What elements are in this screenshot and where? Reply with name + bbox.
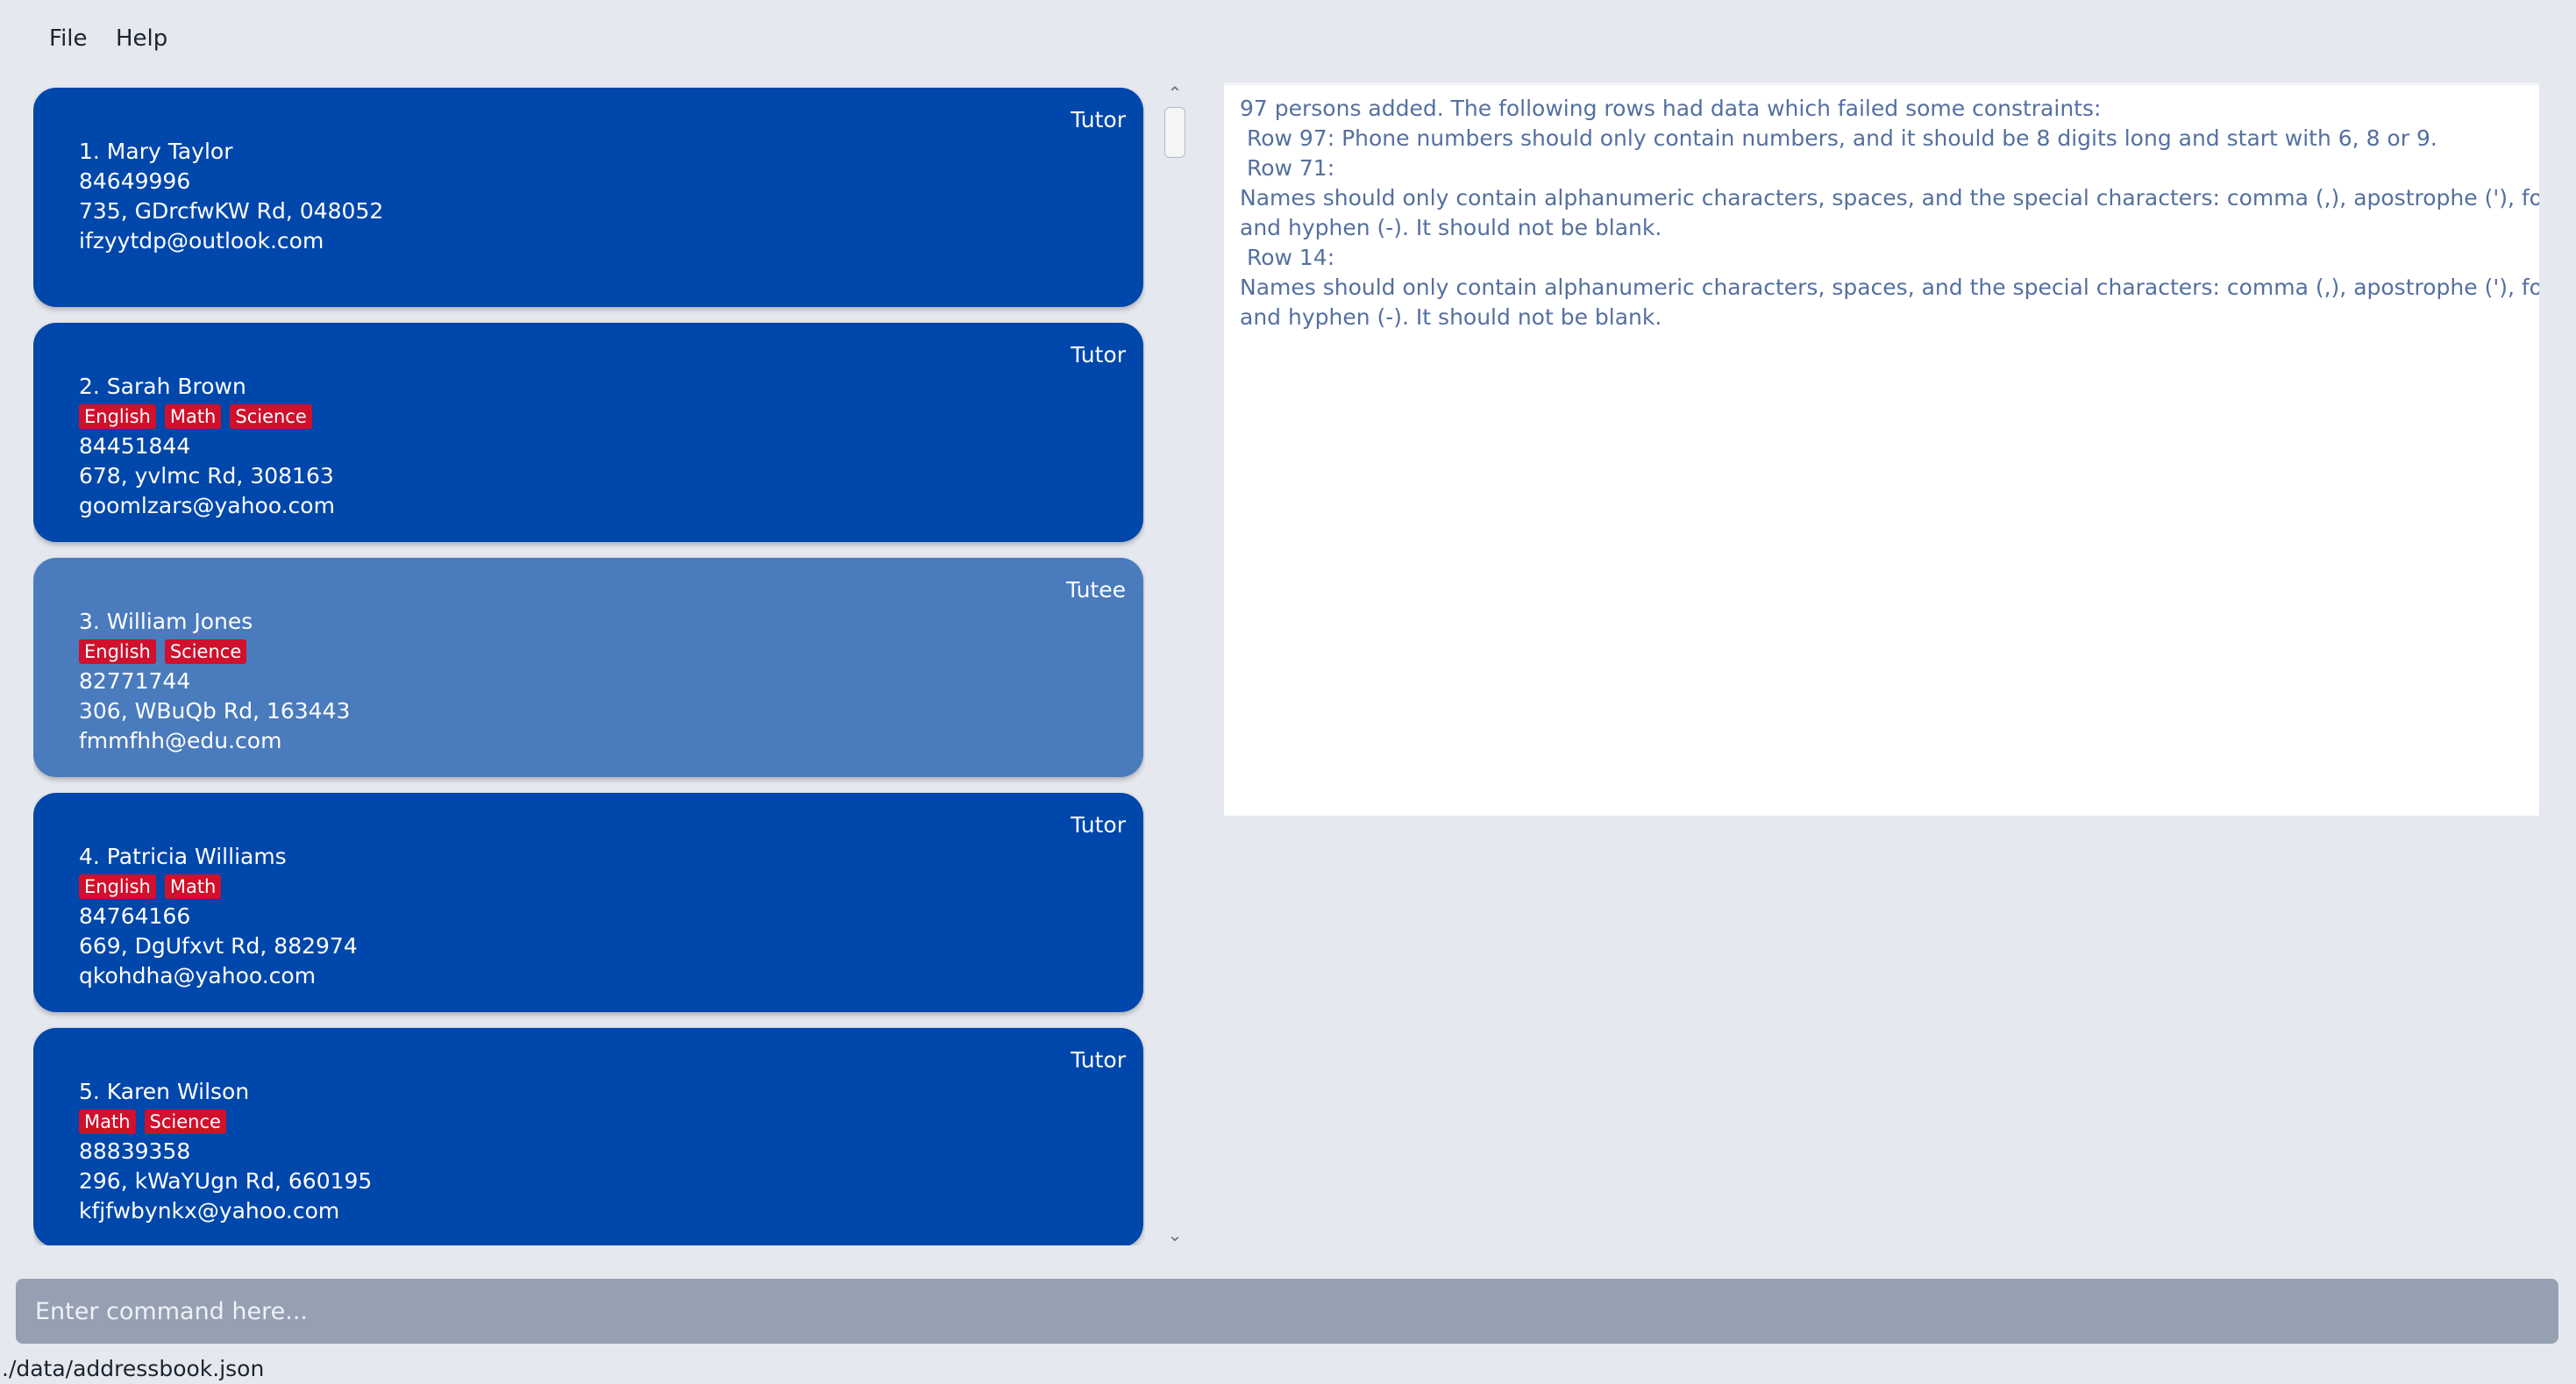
- scroll-up-arrow-icon[interactable]: ⌃: [1164, 84, 1185, 102]
- person-role: Tutor: [1071, 1047, 1126, 1073]
- person-tags: English Math: [79, 872, 358, 902]
- person-address: 678, yvlmc Rd, 308163: [79, 463, 334, 489]
- tag: Science: [230, 404, 312, 429]
- person-phone: 82771744: [79, 668, 191, 694]
- person-tags: English Math Science: [79, 402, 335, 432]
- result-line: and hyphen (-). It should not be blank.: [1240, 215, 1662, 240]
- person-card-1[interactable]: Tutor 1. Mary Taylor 84649996 735, GDrcf…: [33, 88, 1143, 307]
- person-address: 669, DgUfxvt Rd, 882974: [79, 933, 358, 959]
- result-line: Row 14:: [1240, 245, 1335, 270]
- person-address: 296, kWaYUgn Rd, 660195: [79, 1168, 373, 1194]
- menu-file[interactable]: File: [49, 21, 88, 56]
- command-input[interactable]: [16, 1279, 2558, 1344]
- menu-help[interactable]: Help: [116, 21, 167, 56]
- person-phone: 84451844: [79, 433, 191, 459]
- tag: Math: [164, 404, 222, 429]
- tag: Science: [164, 639, 247, 664]
- result-line: Names should only contain alphanumeric c…: [1240, 185, 2539, 210]
- person-name: 2. Sarah Brown: [79, 374, 246, 399]
- scroll-down-arrow-icon[interactable]: ⌄: [1164, 1226, 1185, 1244]
- person-card-3[interactable]: Tutee 3. William Jones English Science 8…: [33, 558, 1143, 777]
- menu-bar: File Help: [0, 0, 2576, 77]
- tag: English: [79, 404, 156, 429]
- result-line: 97 persons added. The following rows had…: [1240, 96, 2102, 121]
- person-card-4[interactable]: Tutor 4. Patricia Williams English Math …: [33, 793, 1143, 1012]
- person-name: 4. Patricia Williams: [79, 844, 287, 869]
- person-tags: Math Science: [79, 1107, 372, 1137]
- result-line: and hyphen (-). It should not be blank.: [1240, 304, 1662, 330]
- app-window: File Help Tutor 1. Mary Taylor 84649996 …: [0, 0, 2576, 1384]
- person-address: 306, WBuQb Rd, 163443: [79, 698, 351, 724]
- person-list-scrollbar[interactable]: ⌃ ⌄: [1159, 84, 1191, 1254]
- result-line: Names should only contain alphanumeric c…: [1240, 275, 2539, 300]
- person-email: fmmfhh@edu.com: [79, 728, 282, 753]
- person-phone: 84764166: [79, 903, 191, 929]
- tag: English: [79, 874, 156, 899]
- result-line: Row 71:: [1240, 155, 1335, 181]
- scroll-thumb[interactable]: [1164, 107, 1185, 158]
- result-line: Row 97: Phone numbers should only contai…: [1240, 125, 2437, 151]
- person-role: Tutor: [1071, 107, 1126, 132]
- person-card-5[interactable]: Tutor 5. Karen Wilson Math Science 88839…: [33, 1028, 1143, 1245]
- person-phone: 84649996: [79, 168, 191, 194]
- person-role: Tutor: [1071, 342, 1126, 367]
- person-name: 1. Mary Taylor: [79, 139, 233, 164]
- person-email: qkohdha@yahoo.com: [79, 963, 317, 988]
- result-display[interactable]: 97 persons added. The following rows had…: [1224, 82, 2539, 816]
- person-card-2[interactable]: Tutor 2. Sarah Brown English Math Scienc…: [33, 323, 1143, 542]
- person-name: 5. Karen Wilson: [79, 1079, 250, 1104]
- status-bar-file-path: ./data/addressbook.json: [2, 1356, 265, 1381]
- tag: Science: [144, 1109, 226, 1134]
- person-email: ifzyytdp@outlook.com: [79, 228, 324, 253]
- person-role: Tutor: [1071, 812, 1126, 838]
- person-phone: 88839358: [79, 1138, 191, 1164]
- person-email: goomlzars@yahoo.com: [79, 493, 335, 518]
- person-name: 3. William Jones: [79, 609, 253, 634]
- person-address: 735, GDrcfwKW Rd, 048052: [79, 198, 384, 224]
- person-role: Tutee: [1066, 577, 1126, 603]
- person-list: Tutor 1. Mary Taylor 84649996 735, GDrcf…: [33, 84, 1145, 1245]
- person-email: kfjfwbynkx@yahoo.com: [79, 1198, 340, 1223]
- tag: Math: [164, 874, 222, 899]
- person-tags: English Science: [79, 637, 350, 667]
- tag: English: [79, 639, 156, 664]
- tag: Math: [79, 1109, 136, 1134]
